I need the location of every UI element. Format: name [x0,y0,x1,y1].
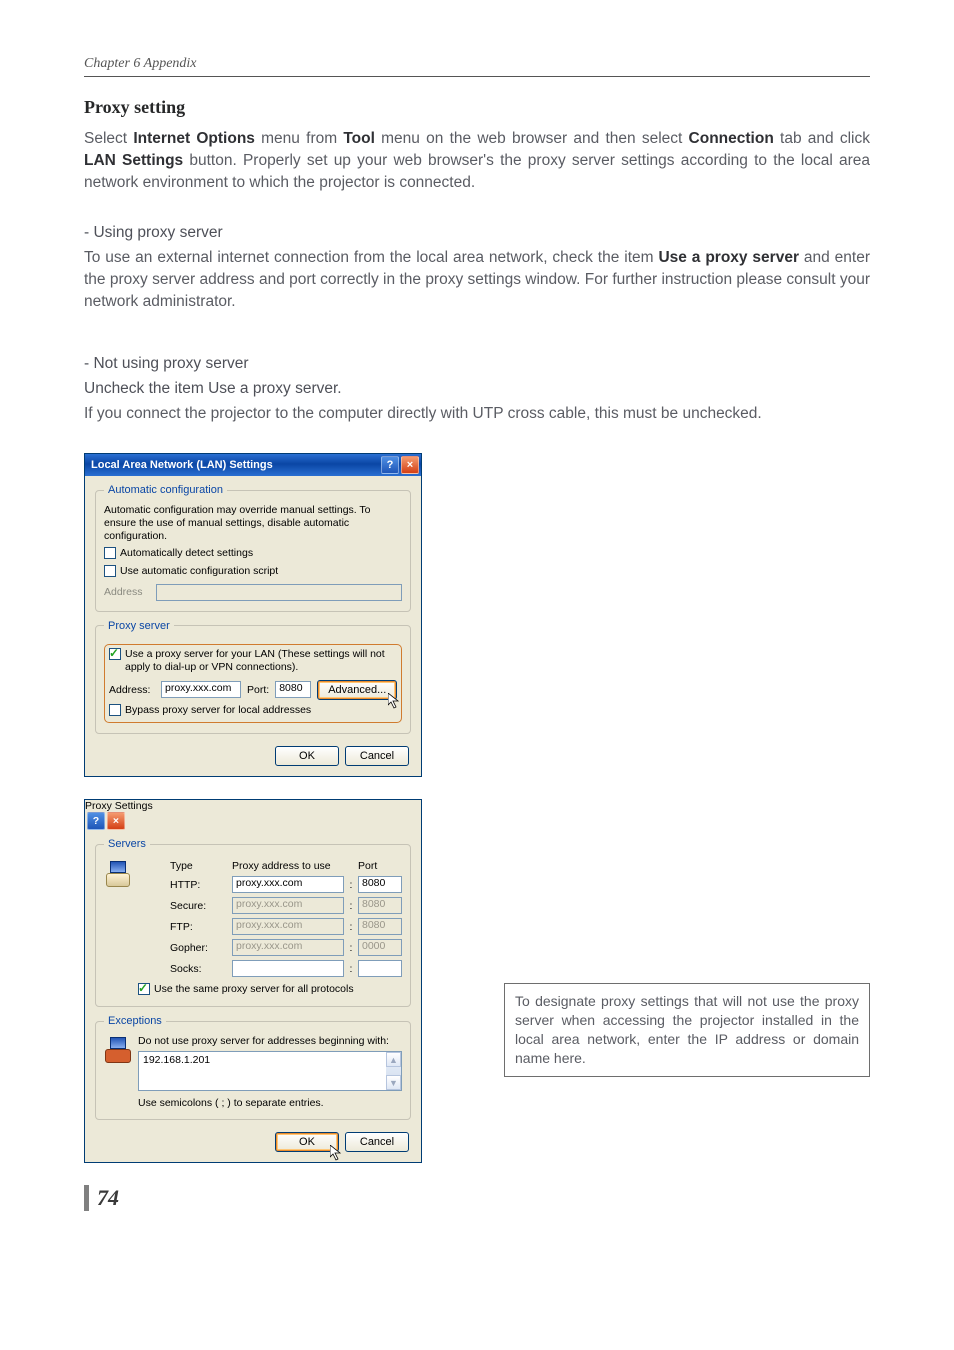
server-port-input: 0000 [358,939,402,956]
proxy-ok-button[interactable]: OK [275,1132,339,1152]
page-number: 74 [84,1185,870,1211]
advanced-button-label: Advanced... [328,684,386,696]
server-port-input: 8080 [358,897,402,914]
proxy-port-input[interactable]: 8080 [275,681,311,698]
exceptions-icon [104,1035,134,1065]
chapter-header: Chapter 6 Appendix [84,56,870,77]
close-icon[interactable]: × [401,456,419,474]
dialog-title: Local Area Network (LAN) Settings [91,459,273,471]
same-proxy-checkbox[interactable] [138,983,150,995]
server-address-input: proxy.xxx.com [232,897,344,914]
scrollbar[interactable]: ▲ ▼ [386,1052,401,1090]
not-using-proxy-line2: If you connect the projector to the comp… [84,403,870,425]
server-address-input[interactable] [232,960,344,977]
detect-label: Automatically detect settings [120,547,253,560]
close-icon[interactable]: × [107,812,125,830]
script-label: Use automatic configuration script [120,565,278,578]
scroll-up-icon[interactable]: ▲ [386,1052,401,1067]
server-row-label: FTP: [170,921,228,933]
not-using-proxy-line1: Uncheck the item Use a proxy server. [84,378,870,400]
exceptions-textarea[interactable]: 192.168.1.201 ▲ ▼ [138,1051,402,1091]
exceptions-hint: Use semicolons ( ; ) to separate entries… [138,1097,402,1109]
proxy-port-label: Port: [247,684,269,696]
server-port-input[interactable]: 8080 [358,876,402,893]
proxy-legend: Proxy server [104,620,174,632]
server-port-input: 8080 [358,918,402,935]
using-proxy-heading: - Using proxy server [84,222,870,244]
server-row-label: Socks: [170,963,228,975]
server-row-label: Secure: [170,900,228,912]
proxy-address-input[interactable]: proxy.xxx.com [161,681,241,698]
side-note: To designate proxy settings that will no… [504,983,870,1077]
scroll-down-icon[interactable]: ▼ [386,1075,401,1090]
same-proxy-label: Use the same proxy server for all protoc… [154,983,354,996]
bypass-label: Bypass proxy server for local addresses [125,704,311,717]
section-title: Proxy setting [84,97,870,118]
server-port-input[interactable] [358,960,402,977]
help-icon[interactable]: ? [87,812,105,830]
lan-settings-dialog: Local Area Network (LAN) Settings ? × Au… [84,453,422,777]
lan-cancel-button[interactable]: Cancel [345,746,409,766]
autoconf-address-input [156,584,402,601]
server-address-input: proxy.xxx.com [232,939,344,956]
servers-icon [104,858,134,888]
lan-ok-button[interactable]: OK [275,746,339,766]
intro-paragraph: Select Internet Options menu from Tool m… [84,128,870,194]
col-port: Port [358,860,402,872]
exceptions-value: 192.168.1.201 [143,1054,210,1066]
server-row-label: HTTP: [170,879,228,891]
server-address-input: proxy.xxx.com [232,918,344,935]
use-proxy-checkbox[interactable] [109,648,121,660]
servers-legend: Servers [104,838,150,850]
use-proxy-label: Use a proxy server for your LAN (These s… [125,648,397,674]
autoconf-legend: Automatic configuration [104,484,227,496]
autoconf-address-label: Address [104,586,150,598]
proxy-settings-dialog: Proxy Settings ? × Servers Type Proxy ad… [84,799,422,1163]
detect-checkbox[interactable] [104,547,116,559]
autoconf-desc: Automatic configuration may override man… [104,504,402,543]
proxy-cancel-button[interactable]: Cancel [345,1132,409,1152]
script-checkbox[interactable] [104,565,116,577]
proxy-ok-label: OK [299,1136,315,1148]
server-row-label: Gopher: [170,942,228,954]
col-type: Type [170,860,228,872]
cursor-icon [330,1145,342,1161]
advanced-button[interactable]: Advanced... [317,680,397,700]
not-using-proxy-heading: - Not using proxy server [84,353,870,375]
proxy-address-label: Address: [109,684,155,696]
bypass-checkbox[interactable] [109,704,121,716]
proxy-dialog-title: Proxy Settings [85,800,153,812]
help-icon[interactable]: ? [381,456,399,474]
server-address-input[interactable]: proxy.xxx.com [232,876,344,893]
exceptions-legend: Exceptions [104,1015,166,1027]
using-proxy-paragraph: To use an external internet connection f… [84,247,870,313]
col-addr: Proxy address to use [232,860,344,872]
exceptions-label: Do not use proxy server for addresses be… [138,1035,402,1047]
